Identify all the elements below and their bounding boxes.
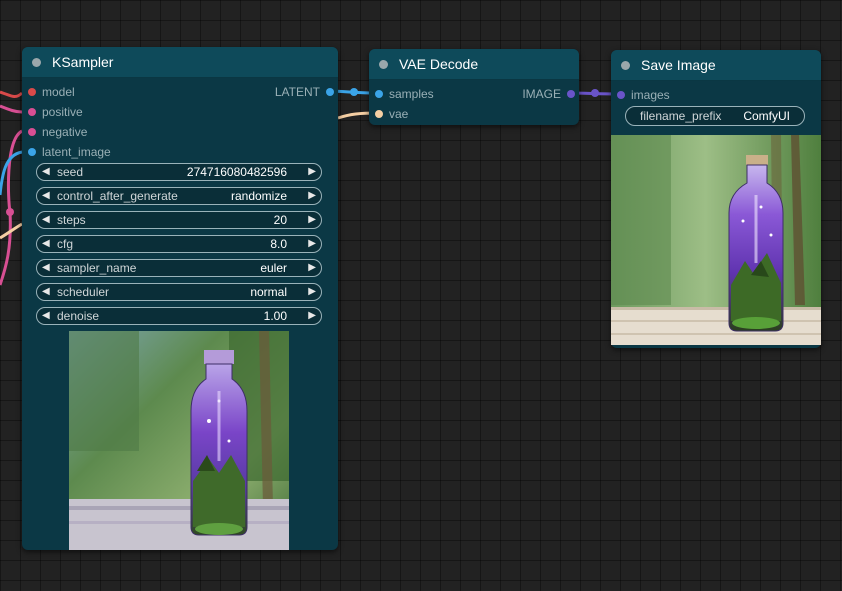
- slot-label: latent_image: [42, 145, 111, 159]
- output-latent[interactable]: LATENT: [275, 85, 338, 99]
- slot-label: vae: [389, 107, 409, 121]
- collapse-dot-icon[interactable]: [621, 60, 630, 70]
- widget-value: 20: [273, 213, 287, 227]
- widget-value: ComfyUI: [743, 109, 790, 123]
- widget-value: 8.0: [270, 237, 287, 251]
- vae-decode-node[interactable]: VAE Decode samples vae IMAGE: [369, 49, 579, 125]
- widget-label: sampler_name: [57, 261, 137, 275]
- increment-arrow-icon[interactable]: ▶: [308, 309, 316, 323]
- decrement-arrow-icon[interactable]: ◀: [42, 189, 50, 203]
- widget-value: euler: [260, 261, 287, 275]
- filename-prefix-field[interactable]: filename_prefix ComfyUI: [625, 106, 805, 126]
- node-title: KSampler: [52, 54, 114, 70]
- input-model[interactable]: model: [22, 85, 75, 99]
- widget-value: randomize: [230, 189, 287, 203]
- save-image-preview: [611, 135, 821, 345]
- slot-label: model: [42, 85, 75, 99]
- control-after-generate-widget[interactable]: ◀ control_after_generate randomize ▶: [36, 187, 322, 205]
- collapse-dot-icon[interactable]: [32, 57, 41, 67]
- increment-arrow-icon[interactable]: ▶: [308, 285, 316, 299]
- widget-label: control_after_generate: [57, 189, 178, 203]
- output-image[interactable]: IMAGE: [522, 87, 579, 101]
- slot-label: positive: [42, 105, 83, 119]
- bottle-image: [69, 331, 289, 550]
- sampler-name-widget[interactable]: ◀ sampler_name euler ▶: [36, 259, 322, 277]
- decrement-arrow-icon[interactable]: ◀: [42, 309, 50, 323]
- widget-label: scheduler: [57, 285, 110, 299]
- slot-dot-icon[interactable]: [28, 108, 36, 116]
- decrement-arrow-icon[interactable]: ◀: [42, 285, 50, 299]
- input-samples[interactable]: samples: [369, 87, 434, 101]
- seed-widget[interactable]: ◀ seed 274716080482596 ▶: [36, 163, 322, 181]
- increment-arrow-icon[interactable]: ▶: [308, 189, 316, 203]
- node-title: VAE Decode: [399, 56, 479, 72]
- widget-value: 274716080482596: [186, 165, 287, 179]
- widget-value: normal: [250, 285, 287, 299]
- scheduler-widget[interactable]: ◀ scheduler normal ▶: [36, 283, 322, 301]
- increment-arrow-icon[interactable]: ▶: [308, 261, 316, 275]
- ksampler-preview-image: [69, 331, 289, 550]
- decrement-arrow-icon[interactable]: ◀: [42, 261, 50, 275]
- slot-dot-icon[interactable]: [567, 90, 575, 98]
- decrement-arrow-icon[interactable]: ◀: [42, 213, 50, 227]
- input-negative[interactable]: negative: [22, 125, 87, 139]
- input-vae[interactable]: vae: [369, 107, 408, 121]
- slot-dot-icon[interactable]: [28, 148, 36, 156]
- slot-label: images: [631, 88, 670, 102]
- increment-arrow-icon[interactable]: ▶: [308, 237, 316, 251]
- widget-label: denoise: [57, 309, 100, 323]
- cfg-widget[interactable]: ◀ cfg 8.0 ▶: [36, 235, 322, 253]
- input-positive[interactable]: positive: [22, 105, 83, 119]
- ksampler-header[interactable]: KSampler: [22, 47, 338, 78]
- widget-value: 1.00: [263, 309, 287, 323]
- widget-label: filename_prefix: [640, 109, 722, 123]
- slot-dot-icon[interactable]: [375, 90, 383, 98]
- widget-label: seed: [57, 165, 84, 179]
- decrement-arrow-icon[interactable]: ◀: [42, 165, 50, 179]
- vae-decode-header[interactable]: VAE Decode: [369, 49, 579, 80]
- node-title: Save Image: [641, 57, 716, 73]
- slot-dot-icon[interactable]: [28, 128, 36, 136]
- slot-dot-icon[interactable]: [375, 110, 383, 118]
- slot-dot-icon[interactable]: [617, 91, 625, 99]
- slot-dot-icon[interactable]: [28, 88, 36, 96]
- slot-label: LATENT: [274, 85, 320, 99]
- slot-dot-icon[interactable]: [326, 88, 334, 96]
- steps-widget[interactable]: ◀ steps 20 ▶: [36, 211, 322, 229]
- input-images[interactable]: images: [611, 88, 670, 102]
- wire-reroute-dot: [6, 208, 14, 216]
- slot-label: IMAGE: [522, 87, 561, 101]
- wire-positive: [0, 104, 23, 114]
- slot-label: samples: [389, 87, 434, 101]
- wire-model: [0, 90, 24, 99]
- widget-label: steps: [57, 213, 86, 227]
- ksampler-node[interactable]: KSampler model positive negative latent_…: [22, 47, 338, 550]
- collapse-dot-icon[interactable]: [379, 59, 388, 69]
- slot-label: negative: [42, 125, 88, 139]
- save-image-header[interactable]: Save Image: [611, 50, 821, 81]
- denoise-widget[interactable]: ◀ denoise 1.00 ▶: [36, 307, 322, 325]
- increment-arrow-icon[interactable]: ▶: [308, 213, 316, 227]
- input-latent-image[interactable]: latent_image: [22, 145, 111, 159]
- wire-latent-image: [0, 150, 23, 196]
- decrement-arrow-icon[interactable]: ◀: [42, 237, 50, 251]
- save-image-node[interactable]: Save Image images filename_prefix ComfyU…: [611, 50, 821, 348]
- increment-arrow-icon[interactable]: ▶: [308, 165, 316, 179]
- bottle-image: [611, 135, 821, 345]
- widget-label: cfg: [57, 237, 74, 251]
